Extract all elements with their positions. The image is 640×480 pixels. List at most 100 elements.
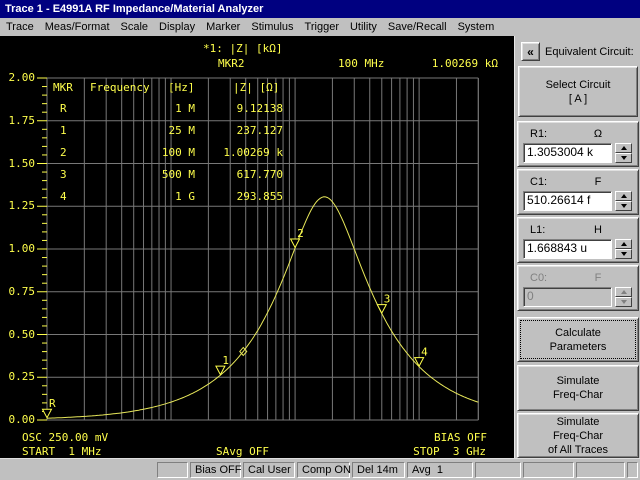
calculate-parameters-button[interactable]: Calculate Parameters: [517, 317, 639, 362]
parameter-value-input: 0: [523, 287, 612, 307]
title-bar: Trace 1 - E4991A RF Impedance/Material A…: [0, 0, 640, 18]
marker-row-id: 2: [60, 146, 67, 159]
status-cell-empty: [157, 462, 188, 478]
window-title: Trace 1 - E4991A RF Impedance/Material A…: [5, 3, 264, 15]
marker-row-frequency: 500 M: [161, 168, 195, 181]
arrow-up-icon: [620, 194, 627, 198]
menu-scale[interactable]: Scale: [121, 21, 149, 33]
marker-label-R: R: [49, 397, 56, 410]
button-label-line: Calculate: [555, 326, 601, 339]
status-cell-empty: [576, 462, 625, 478]
status-cell-cal: Cal User: [243, 462, 295, 478]
marker-table-header-frequency: Frequency: [90, 81, 150, 94]
marker-row-impedance: 293.855: [236, 190, 283, 203]
menu-system[interactable]: System: [458, 21, 495, 33]
marker-symbol-3: [376, 304, 388, 315]
chevron-left-icon: «: [527, 44, 534, 59]
parameter-spinner: [615, 143, 632, 163]
bias-state-label: BIAS OFF: [434, 431, 487, 444]
y-axis-tick-label: 0.00: [8, 413, 36, 426]
menu-display[interactable]: Display: [159, 21, 195, 33]
arrow-down-icon: [620, 156, 627, 160]
status-cell-empty: [475, 462, 521, 478]
sweep-average-label: SAvg OFF: [216, 445, 269, 458]
parameter-spinner: [615, 239, 632, 259]
active-marker-value: 1.00269 kΩ: [431, 57, 498, 70]
marker-label-1: 1: [222, 354, 229, 367]
simulate-freq-char-all-traces-button[interactable]: Simulate Freq-Char of All Traces: [517, 413, 639, 458]
select-circuit-line1: Select Circuit: [545, 78, 611, 91]
marker-row-frequency: 1 M: [175, 102, 195, 115]
spinner-down-button: [615, 297, 632, 307]
instrument-window: Trace 1 - E4991A RF Impedance/Material A…: [0, 0, 640, 480]
parameter-spinner: [615, 191, 632, 211]
active-marker-name: MKR2: [218, 57, 245, 70]
y-axis-tick-label: 2.00: [8, 71, 36, 84]
marker-row-impedance: 617.770: [236, 168, 283, 181]
spinner-down-button[interactable]: [615, 153, 632, 163]
marker-row-frequency: 25 M: [168, 124, 196, 137]
status-cell-delay: Del 14m: [352, 462, 405, 478]
marker-row-impedance: 237.127: [236, 124, 283, 137]
start-frequency-label: START 1 MHz: [22, 445, 102, 458]
menu-bar: Trace Meas/Format Scale Display Marker Stimul…: [0, 18, 640, 36]
parameter-value-input[interactable]: 510.26614 f: [523, 191, 612, 211]
y-axis-tick-label: 0.50: [8, 328, 36, 341]
spinner-down-button[interactable]: [615, 201, 632, 211]
marker-row-id: 3: [60, 168, 67, 181]
y-axis-tick-label: 0.75: [8, 285, 36, 298]
button-label-line: of All Traces: [548, 443, 608, 456]
marker-symbol-R: [41, 408, 53, 419]
arrow-up-icon: [620, 146, 627, 150]
impedance-plot: R 1 2 3 4: [37, 77, 479, 421]
button-label-line: Parameters: [549, 340, 607, 353]
select-circuit-button[interactable]: Select Circuit [ A ]: [518, 66, 638, 117]
status-cell-bias: Bias OFF: [190, 462, 241, 478]
marker-symbol-4: [413, 357, 425, 368]
panel-collapse-button[interactable]: «: [521, 42, 540, 61]
parameter-spinner: [615, 287, 632, 307]
menu-utility[interactable]: Utility: [350, 21, 377, 33]
spinner-up-button[interactable]: [615, 143, 632, 153]
status-cell-comp: Comp ON: [297, 462, 351, 478]
parameter-label: C1:: [530, 176, 548, 188]
parameter-group-c0: C0: F 0: [517, 265, 639, 311]
y-axis-tick-label: 1.75: [8, 114, 36, 127]
equivalent-circuit-panel: « Equivalent Circuit: Select Circuit [ A…: [514, 36, 640, 458]
trace-format-label: *1: |Z| [kΩ]: [203, 42, 283, 55]
menu-marker[interactable]: Marker: [206, 21, 240, 33]
simulate-freq-char-button[interactable]: Simulate Freq-Char: [517, 365, 639, 411]
marker-row-frequency: 1 G: [175, 190, 195, 203]
marker-label-2: 2: [297, 227, 304, 240]
status-cell-empty: [627, 462, 638, 478]
spinner-up-button[interactable]: [615, 191, 632, 201]
menu-trace[interactable]: Trace: [6, 21, 34, 33]
y-axis-tick-label: 0.25: [8, 370, 36, 383]
status-cell-average: Avg 1: [407, 462, 473, 478]
menu-meas-format[interactable]: Meas/Format: [45, 21, 110, 33]
status-bar: Bias OFF Cal User Comp ON Del 14m Avg 1: [0, 458, 640, 480]
marker-row-frequency: 100 M: [161, 146, 195, 159]
marker-row-impedance: 9.12138: [236, 102, 283, 115]
active-marker-frequency: 100 MHz: [338, 57, 385, 70]
parameter-group-l1: L1: H 1.668843 u: [517, 217, 639, 263]
parameter-label: L1:: [530, 224, 546, 236]
parameter-value-input[interactable]: 1.3053004 k: [523, 143, 612, 163]
marker-table-header-z: |Z| [Ω]: [233, 81, 280, 94]
measurement-display: R1234 *1: |Z| [kΩ] MKR2 100 MHz 1.00269 …: [0, 36, 514, 458]
spinner-up-button[interactable]: [615, 239, 632, 249]
y-axis-tick-label: 1.00: [8, 242, 36, 255]
menu-stimulus[interactable]: Stimulus: [251, 21, 293, 33]
parameter-group-r1: R1: Ω 1.3053004 k: [517, 121, 639, 167]
y-axis-tick-label: 1.50: [8, 157, 36, 170]
parameter-value-input[interactable]: 1.668843 u: [523, 239, 612, 259]
menu-save-recall[interactable]: Save/Recall: [388, 21, 447, 33]
button-label-line: Simulate: [556, 375, 600, 387]
parameter-group-c1: C1: F 510.26614 f: [517, 169, 639, 215]
marker-row-impedance: 1.00269 k: [223, 146, 283, 159]
spinner-down-button[interactable]: [615, 249, 632, 259]
marker-table-header-mkr: MKR: [53, 81, 73, 94]
spinner-up-button: [615, 287, 632, 297]
menu-trigger[interactable]: Trigger: [305, 21, 339, 33]
parameter-unit: F: [594, 176, 602, 188]
